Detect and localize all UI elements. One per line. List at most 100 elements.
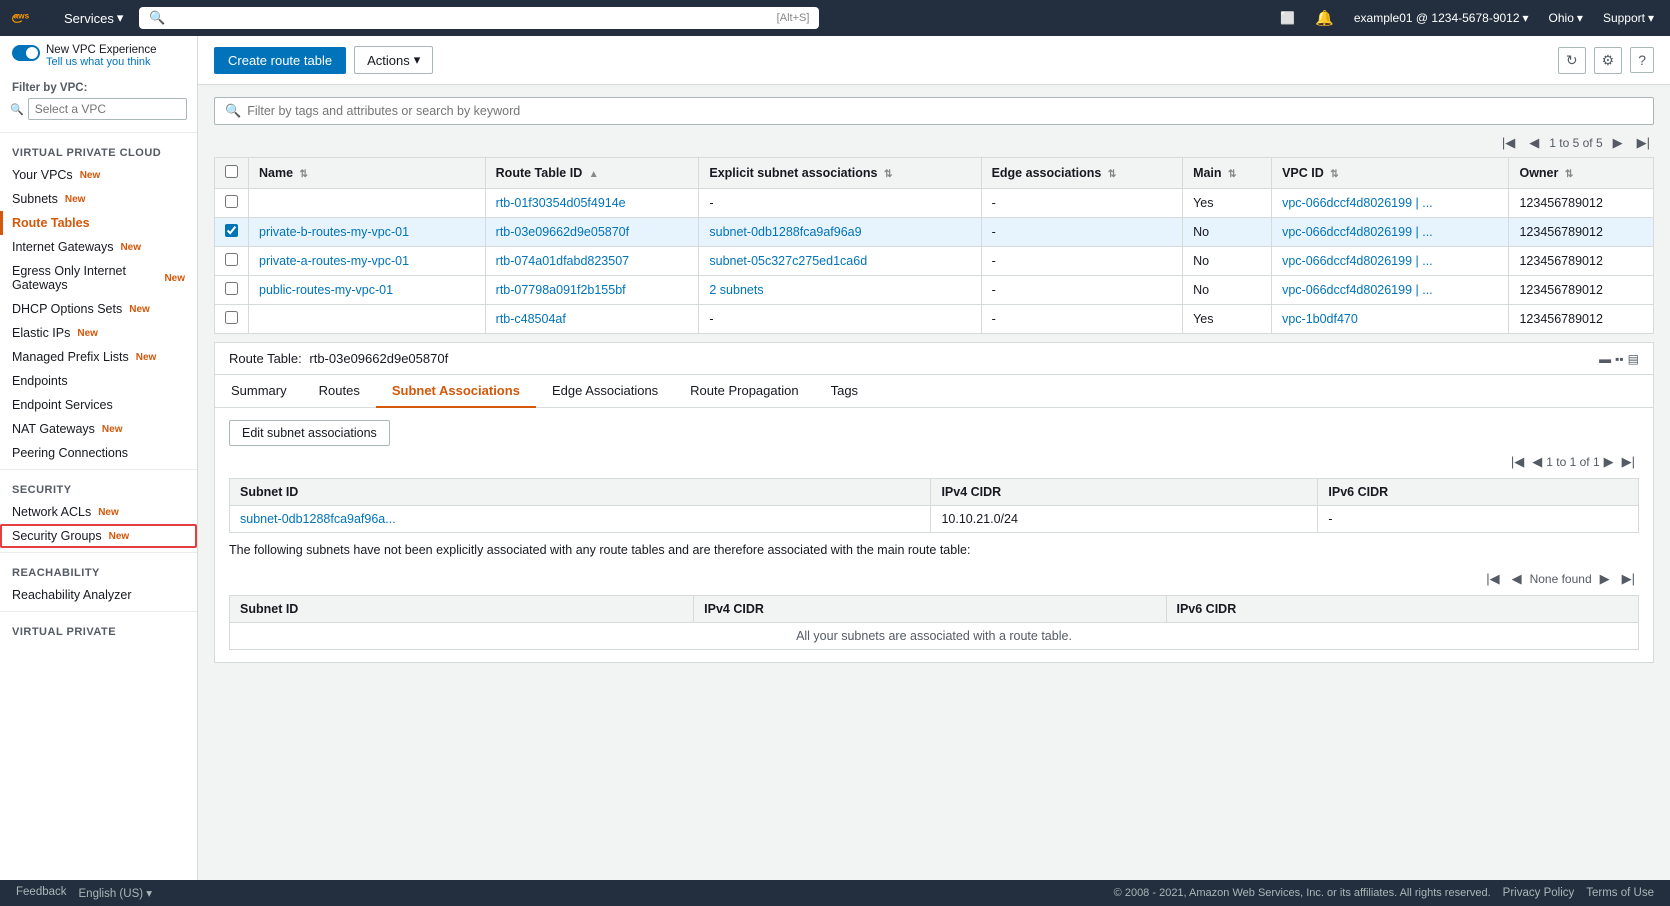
nav-region[interactable]: Ohio ▾ — [1545, 9, 1587, 27]
sidebar-item-reachability[interactable]: Reachability Analyzer — [0, 583, 197, 607]
row-checkbox[interactable] — [225, 282, 238, 295]
create-route-table-button[interactable]: Create route table — [214, 47, 346, 74]
sidebar-item-dhcp[interactable]: DHCP Options SetsNew — [0, 297, 197, 321]
settings-button[interactable]: ⚙ — [1594, 47, 1623, 74]
row-name-link[interactable]: private-b-routes-my-vpc-01 — [259, 225, 409, 239]
route-id-link[interactable]: rtb-074a01dfabd823507 — [496, 254, 629, 268]
sidebar-item-your-vpcs[interactable]: Your VPCsNew — [0, 163, 197, 187]
tab-route-propagation[interactable]: Route Propagation — [674, 375, 814, 408]
row-route-table-id: rtb-03e09662d9e05870f — [485, 218, 699, 247]
filter-bar[interactable]: 🔍 — [214, 97, 1654, 125]
route-id-link[interactable]: rtb-03e09662d9e05870f — [496, 225, 629, 239]
nav-support[interactable]: Support ▾ — [1599, 9, 1658, 27]
table-last-btn[interactable]: ▶| — [1633, 133, 1654, 153]
row-explicit-subnet: subnet-05c327c275ed1ca6d — [699, 247, 981, 276]
detail-view-icon-3[interactable]: ▤ — [1628, 352, 1639, 366]
bell-icon: 🔔 — [1315, 9, 1334, 27]
help-button[interactable]: ? — [1630, 47, 1654, 73]
table-row[interactable]: private-a-routes-my-vpc-01 rtb-074a01dfa… — [215, 247, 1654, 276]
search-bar[interactable]: 🔍 [Alt+S] — [139, 7, 819, 29]
tab-tags[interactable]: Tags — [815, 375, 874, 408]
vpc-id-link[interactable]: vpc-066dccf4d8026199 | ... — [1282, 196, 1433, 210]
row-checkbox[interactable] — [225, 195, 238, 208]
privacy-policy-link[interactable]: Privacy Policy — [1503, 887, 1575, 899]
detail-view-icon-1[interactable]: ▬ — [1599, 352, 1611, 366]
row-checkbox[interactable] — [225, 224, 238, 237]
sidebar-item-peering[interactable]: Peering Connections — [0, 441, 197, 465]
route-id-link[interactable]: rtb-c48504af — [496, 312, 566, 326]
table-row[interactable]: public-routes-my-vpc-01 rtb-07798a091f2b… — [215, 276, 1654, 305]
explicit-subnet-link[interactable]: subnet-05c327c275ed1ca6d — [709, 254, 867, 268]
nav-screen-icon[interactable]: ⬜ — [1276, 9, 1299, 27]
filter-bar-input[interactable] — [247, 104, 1643, 118]
tab-routes[interactable]: Routes — [303, 375, 376, 408]
none-next-btn[interactable]: ▶ — [1596, 569, 1614, 589]
none-prev-btn[interactable]: ◀ — [1508, 569, 1526, 589]
notice-text: The following subnets have not been expl… — [229, 533, 1639, 563]
row-name-link[interactable]: private-a-routes-my-vpc-01 — [259, 254, 409, 268]
route-id-link[interactable]: rtb-01f30354d05f4914e — [496, 196, 626, 210]
sidebar-item-endpoint-services[interactable]: Endpoint Services — [0, 393, 197, 417]
actions-label: Actions — [367, 53, 410, 68]
terms-of-use-link[interactable]: Terms of Use — [1586, 887, 1654, 899]
vpc-experience-link[interactable]: Tell us what you think — [46, 56, 157, 68]
table-first-btn[interactable]: |◀ — [1498, 133, 1519, 153]
sub-table-next-btn[interactable]: ▶ — [1600, 452, 1618, 472]
sidebar-item-egress-gateways[interactable]: Egress Only Internet GatewaysNew — [0, 259, 197, 297]
table-row[interactable]: rtb-01f30354d05f4914e - - Yes vpc-066dcc… — [215, 189, 1654, 218]
row-name-link[interactable]: public-routes-my-vpc-01 — [259, 283, 393, 297]
row-checkbox[interactable] — [225, 311, 238, 324]
vpc-id-link[interactable]: vpc-066dccf4d8026199 | ... — [1282, 225, 1433, 239]
vpc-id-link[interactable]: vpc-066dccf4d8026199 | ... — [1282, 283, 1433, 297]
sidebar-item-subnets[interactable]: SubnetsNew — [0, 187, 197, 211]
row-vpc-id: vpc-066dccf4d8026199 | ... — [1272, 189, 1509, 218]
sub-table-last-btn[interactable]: ▶| — [1618, 452, 1639, 472]
route-id-link[interactable]: rtb-07798a091f2b155bf — [496, 283, 626, 297]
sidebar-item-prefix-lists[interactable]: Managed Prefix ListsNew — [0, 345, 197, 369]
sub-table-first-btn[interactable]: |◀ — [1507, 452, 1528, 472]
table-row[interactable]: rtb-c48504af - - Yes vpc-1b0df470 123456… — [215, 305, 1654, 334]
sidebar-item-elastic-ips[interactable]: Elastic IPsNew — [0, 321, 197, 345]
explicit-subnet-link[interactable]: 2 subnets — [709, 283, 763, 297]
feedback-link[interactable]: Feedback — [16, 886, 67, 900]
region-chevron: ▾ — [1577, 11, 1583, 25]
svg-text:aws: aws — [14, 12, 30, 21]
sidebar-item-internet-gateways[interactable]: Internet GatewaysNew — [0, 235, 197, 259]
tab-subnet-associations[interactable]: Subnet Associations — [376, 375, 536, 408]
sidebar-item-network-acls[interactable]: Network ACLsNew — [0, 500, 197, 524]
sidebar-item-route-tables[interactable]: Route Tables — [0, 211, 197, 235]
edit-subnet-associations-button[interactable]: Edit subnet associations — [229, 420, 390, 446]
footer-left: Feedback English (US) ▾ — [16, 886, 152, 900]
table-prev-btn[interactable]: ◀ — [1525, 133, 1543, 153]
sidebar-item-nat-gateways[interactable]: NAT GatewaysNew — [0, 417, 197, 441]
table-next-btn[interactable]: ▶ — [1609, 133, 1627, 153]
none-last-btn[interactable]: ▶| — [1618, 569, 1639, 589]
detail-view-icon-2[interactable]: ▪▪ — [1615, 352, 1624, 366]
explicit-subnet-link[interactable]: subnet-0db1288fca9af96a9 — [709, 225, 861, 239]
th-owner: Owner ⇅ — [1509, 158, 1654, 189]
refresh-button[interactable]: ↻ — [1558, 47, 1586, 74]
nav-account[interactable]: example01 @ 1234-5678-9012 ▾ — [1350, 9, 1533, 27]
tab-edge-associations[interactable]: Edge Associations — [536, 375, 674, 408]
search-input[interactable] — [172, 11, 771, 26]
account-label: example01 @ 1234-5678-9012 — [1354, 11, 1520, 25]
th-vpc-id: VPC ID ⇅ — [1272, 158, 1509, 189]
vpc-toggle[interactable] — [12, 45, 40, 61]
tab-summary[interactable]: Summary — [215, 375, 303, 408]
table-row[interactable]: private-b-routes-my-vpc-01 rtb-03e09662d… — [215, 218, 1654, 247]
subnet-id-link[interactable]: subnet-0db1288fca9af96a... — [240, 512, 396, 526]
language-selector[interactable]: English (US) ▾ — [79, 886, 153, 900]
services-nav[interactable]: Services ▾ — [56, 6, 131, 30]
nav-bell[interactable]: 🔔 — [1311, 7, 1338, 29]
vpc-id-link[interactable]: vpc-066dccf4d8026199 | ... — [1282, 254, 1433, 268]
actions-button[interactable]: Actions ▾ — [354, 46, 433, 74]
sub-table-prev-btn[interactable]: ◀ — [1528, 452, 1546, 472]
sidebar-item-security-groups[interactable]: Security GroupsNew — [0, 524, 197, 548]
sidebar-item-endpoints[interactable]: Endpoints — [0, 369, 197, 393]
select-all-checkbox[interactable] — [225, 165, 238, 178]
row-checkbox[interactable] — [225, 253, 238, 266]
vpc-id-link[interactable]: vpc-1b0df470 — [1282, 312, 1358, 326]
none-first-btn[interactable]: |◀ — [1482, 569, 1503, 589]
row-main: No — [1183, 218, 1272, 247]
filter-vpc-input[interactable] — [28, 98, 187, 120]
